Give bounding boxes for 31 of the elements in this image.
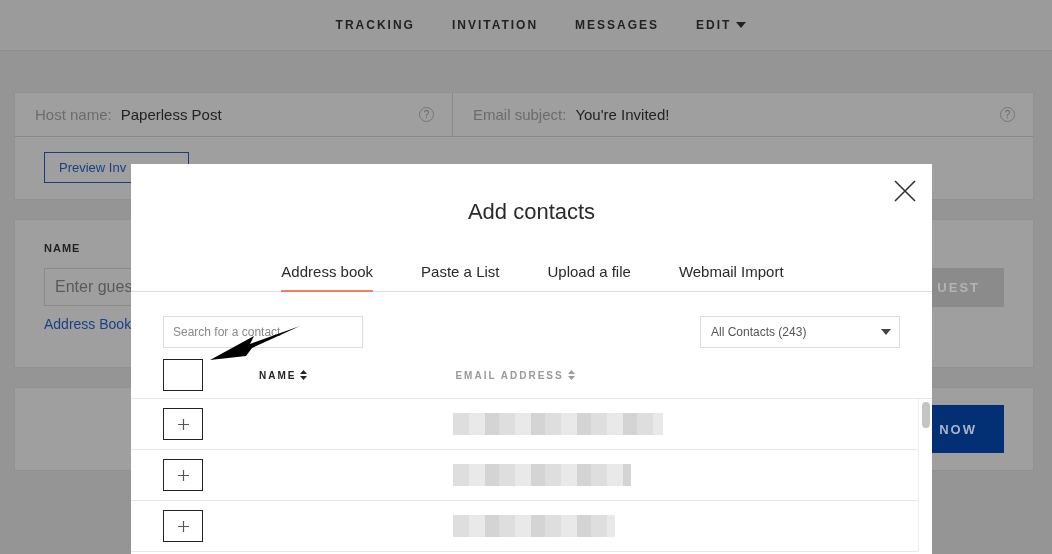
plus-icon: [177, 520, 189, 532]
add-contact-button[interactable]: [163, 459, 203, 491]
caret-icon: [736, 22, 747, 28]
dialog-title: Add contacts: [466, 199, 597, 225]
add-contact-button[interactable]: [163, 408, 203, 440]
tab[interactable]: Paste a List: [421, 263, 500, 292]
tab[interactable]: Upload a file: [547, 263, 631, 292]
sort-icon: [300, 370, 308, 380]
nav-link[interactable]: TRACKING: [335, 18, 415, 32]
scrollbar-thumb[interactable]: [921, 402, 930, 428]
tab[interactable]: Address book: [281, 263, 374, 292]
close-icon[interactable]: [894, 180, 916, 202]
select-all-checkbox[interactable]: [163, 359, 203, 391]
scrollbar[interactable]: [918, 399, 932, 552]
sort-icon: [567, 370, 575, 380]
column-header[interactable]: EMAIL ADDRESS: [455, 369, 575, 381]
nav-menu[interactable]: EDIT: [696, 18, 747, 32]
plus-icon: [177, 469, 189, 481]
address-book-link[interactable]: Address Book: [44, 316, 132, 332]
contacts-filter-dropdown[interactable]: All Contacts (243): [700, 316, 900, 348]
nav-link[interactable]: INVITATION: [451, 18, 539, 32]
add-contact-button[interactable]: [163, 510, 203, 542]
plus-icon: [177, 418, 189, 430]
nav-link[interactable]: MESSAGES: [575, 18, 660, 32]
name-label: NAME: [44, 242, 82, 254]
caret-icon: [881, 329, 891, 335]
search-field[interactable]: Search for a contact: [163, 316, 363, 348]
host-name-value: Paperless Post: [120, 106, 222, 123]
email-subject-value: You're Invited!: [575, 106, 670, 123]
tab[interactable]: Webmail Import: [678, 263, 784, 292]
column-header[interactable]: NAME: [259, 369, 308, 381]
